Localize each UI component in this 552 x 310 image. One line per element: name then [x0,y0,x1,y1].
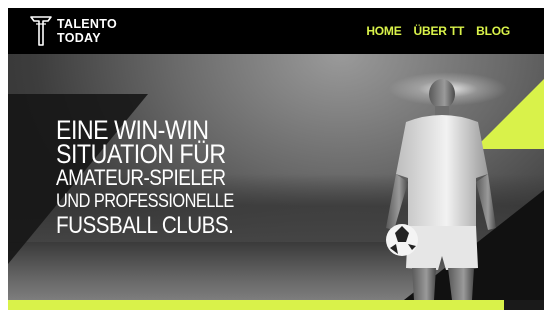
hero-headline: EINE WIN-WIN SITUATION FÜR AMATEUR-SPIEL… [56,117,234,239]
main-nav: HOME ÜBER TT BLOG [366,24,510,38]
site-logo[interactable]: TALENTO TODAY [30,15,150,49]
logo-wordmark: TALENTO TODAY [57,17,117,45]
nav-item-home[interactable]: HOME [366,24,401,38]
nav-item-blog[interactable]: BLOG [476,24,510,38]
hero-banner: EINE WIN-WIN SITUATION FÜR AMATEUR-SPIEL… [8,54,544,300]
logo-line-2: TODAY [57,31,101,45]
football-player-image [386,79,496,300]
site-header: TALENTO TODAY HOME ÜBER TT BLOG [8,8,544,54]
nav-item-ueber-tt[interactable]: ÜBER TT [414,24,465,38]
headline-line-3: AMATEUR-SPIELER [56,165,226,190]
headline-line-2: SITUATION FÜR [56,139,226,169]
tt-logo-icon [30,16,52,46]
headline-line-5: FUSSBALL CLUBS. [56,212,234,239]
accent-bar-end [504,300,544,310]
headline-line-4: UND PROFESSIONELLE [56,191,234,212]
accent-bar [8,300,544,310]
logo-line-1: TALENTO [57,17,117,31]
page: TALENTO TODAY HOME ÜBER TT BLOG EINE WIN… [0,0,552,310]
